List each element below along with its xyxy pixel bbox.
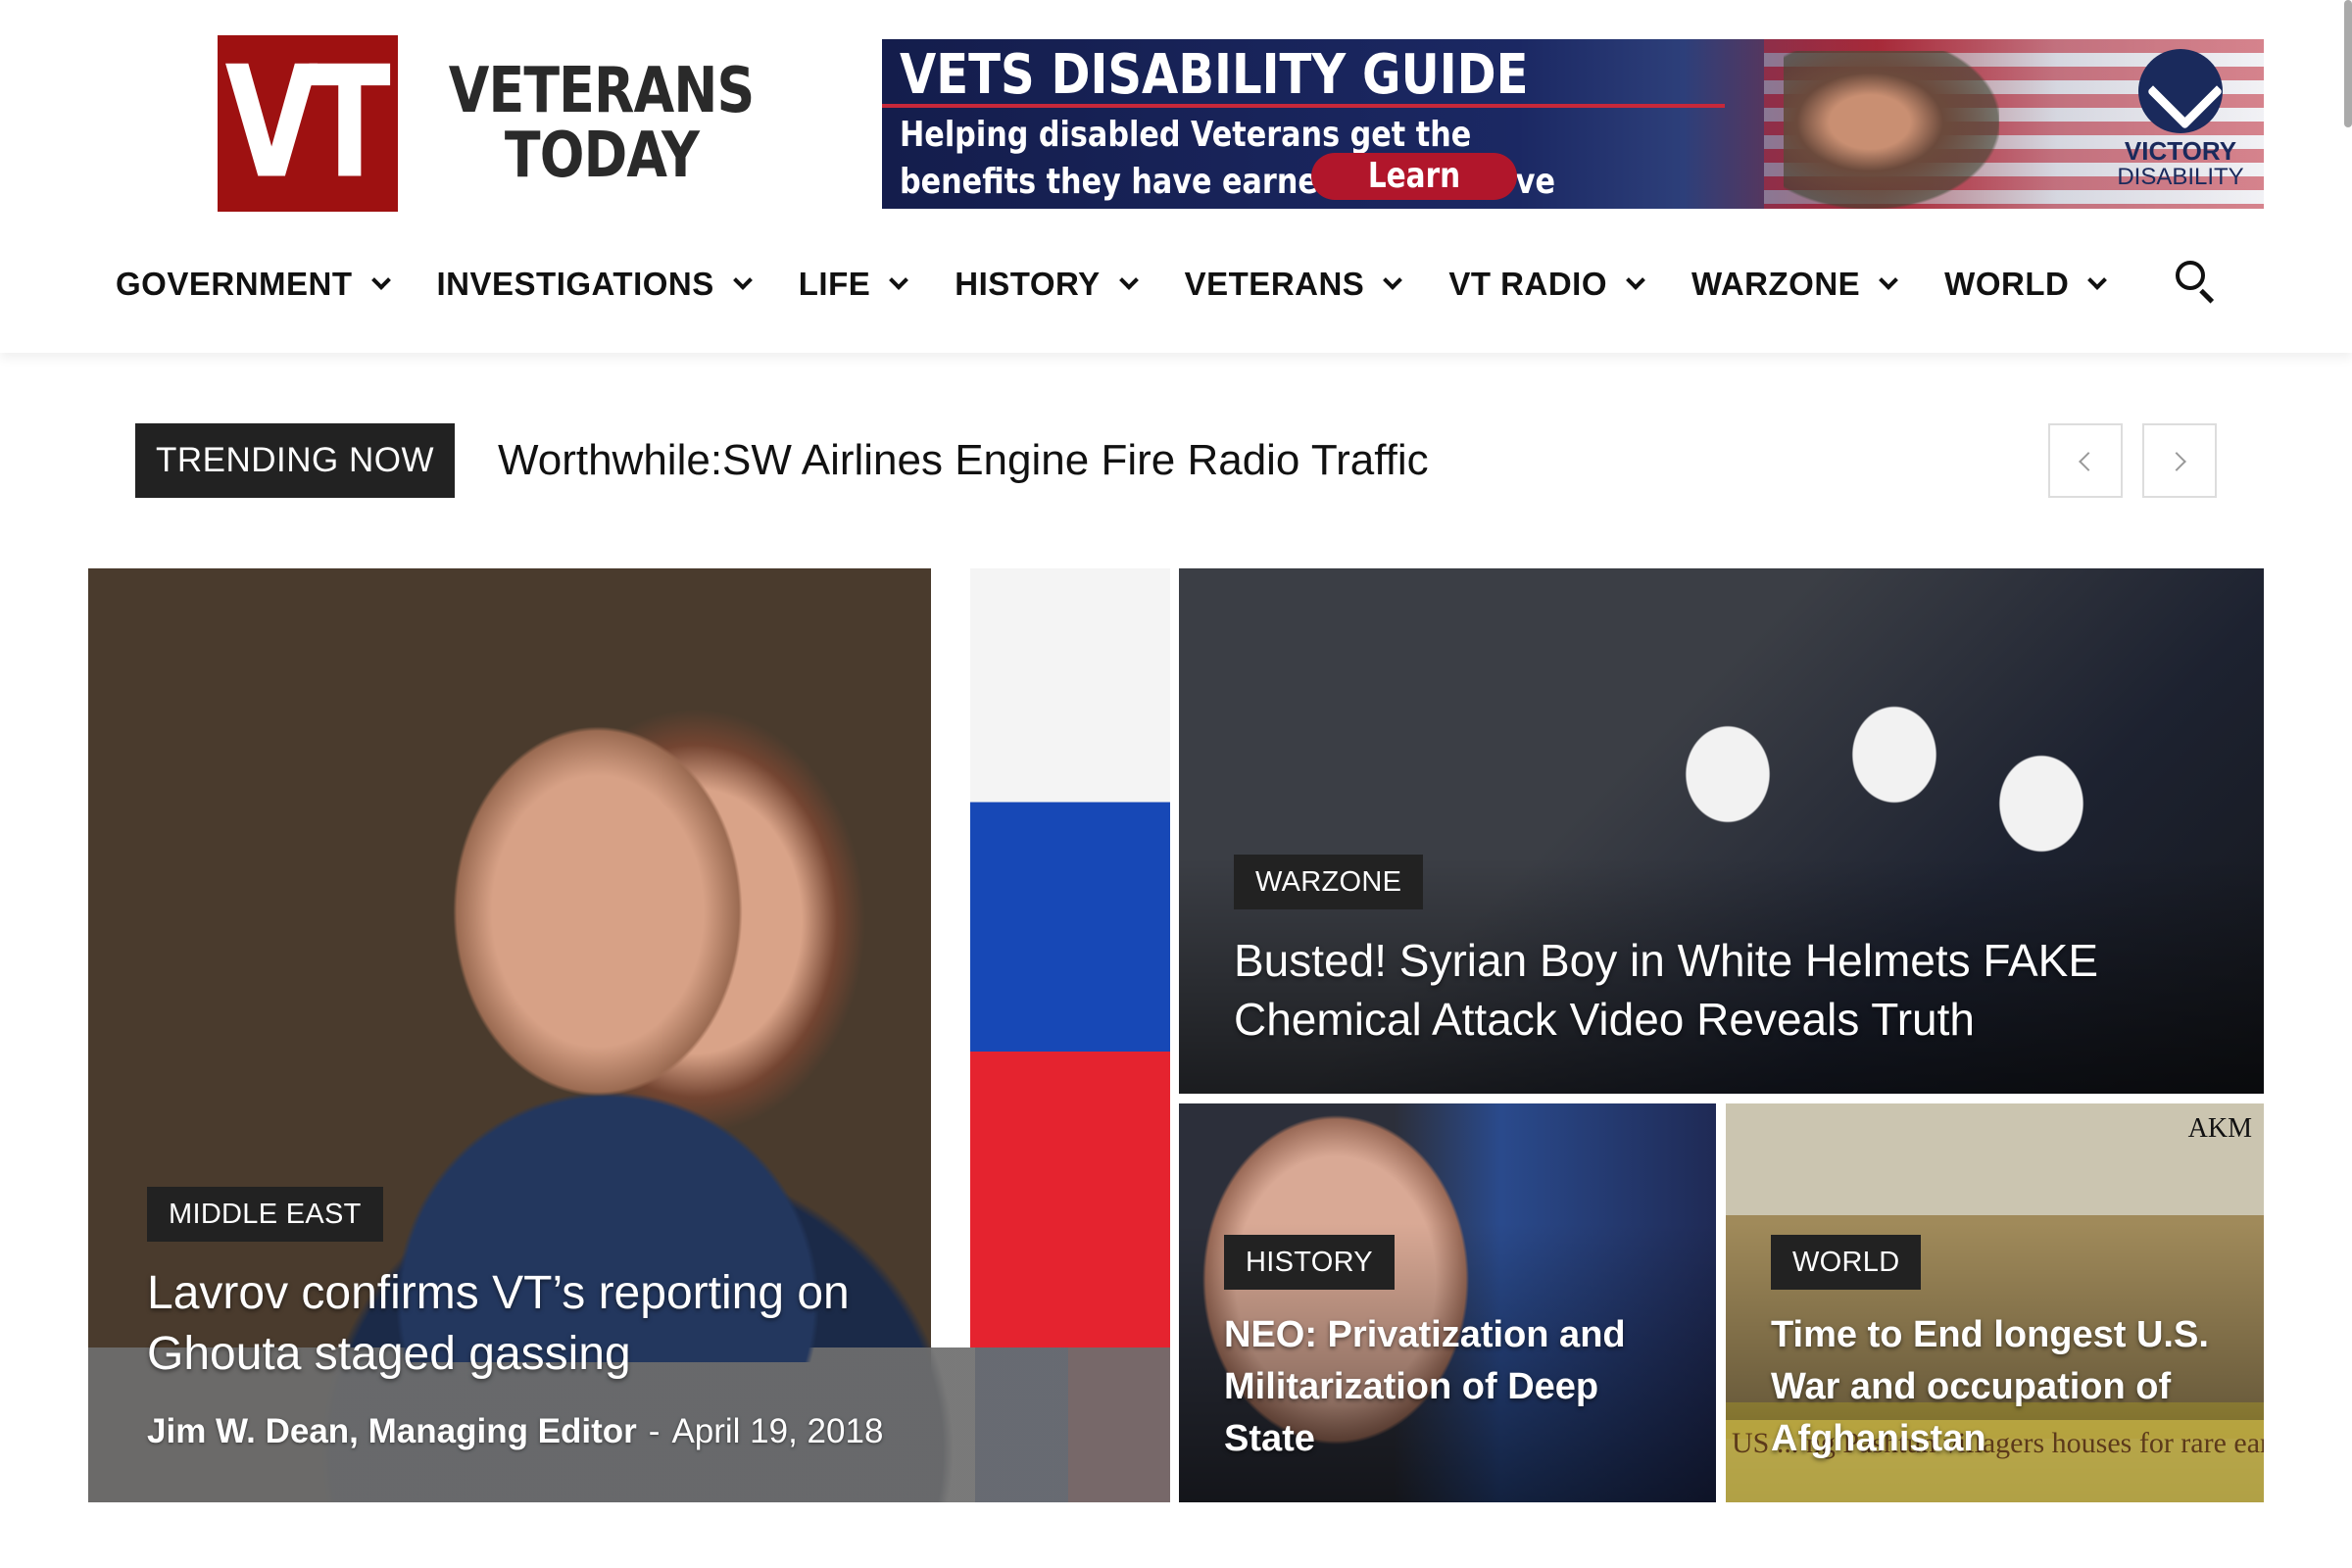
featured-article-world[interactable]: AKM US ... ng Pashtun villagers houses f… [1726, 1103, 2264, 1502]
featured-article-warzone[interactable]: WARZONE Busted! Syrian Boy in White Helm… [1179, 568, 2264, 1094]
article-headline[interactable]: Lavrov confirms VT’s reporting on Ghouta… [147, 1263, 1009, 1385]
chevron-down-icon [1626, 270, 1645, 290]
featured-article-main[interactable]: MIDDLE EAST Lavrov confirms VT’s reporti… [88, 568, 1170, 1502]
ad-learn-more-button[interactable]: Learn More [1311, 153, 1517, 209]
chevron-down-icon [732, 270, 753, 290]
image-label: AKM [2187, 1113, 2252, 1144]
nav-label: WORLD [1944, 266, 2070, 302]
ad-brand-line-1: VICTORY [2124, 136, 2237, 166]
article-headline[interactable]: NEO: Privatization and Militarization of… [1224, 1309, 1685, 1465]
category-tag[interactable]: HISTORY [1224, 1235, 1395, 1290]
logo-mark: VT [218, 33, 399, 214]
article-headline[interactable]: Busted! Syrian Boy in White Helmets FAKE… [1234, 931, 2194, 1049]
nav-label: INVESTIGATIONS [436, 266, 714, 302]
site-header: VT VETERANS TODAY VETS DISABILITY GUIDE … [0, 0, 2352, 353]
nav-item-world[interactable]: WORLD [1944, 266, 2108, 303]
ad-banner[interactable]: VETS DISABILITY GUIDE Helping disabled V… [882, 39, 2264, 209]
chevron-down-icon [370, 270, 391, 290]
logo-wordmark: VETERANS TODAY [419, 59, 783, 188]
search-icon-handle [2199, 288, 2215, 304]
article-author[interactable]: Jim W. Dean, Managing Editor [147, 1412, 637, 1450]
chevron-left-icon [2079, 452, 2098, 471]
nav-item-vt-radio[interactable]: VT RADIO [1448, 266, 1645, 303]
trending-prev-button[interactable] [2048, 423, 2123, 498]
nav-label: HISTORY [955, 266, 1101, 302]
nav-label: LIFE [798, 266, 871, 302]
ad-title: VETS DISABILITY GUIDE [900, 43, 1529, 107]
category-tag[interactable]: WARZONE [1234, 855, 1424, 909]
article-overlay: MIDDLE EAST Lavrov confirms VT’s reporti… [88, 1187, 1170, 1502]
search-icon[interactable] [2174, 259, 2217, 304]
ad-title-underline [882, 104, 1725, 108]
trending-bar: TRENDING NOW Worthwhile:SW Airlines Engi… [135, 423, 2217, 498]
article-meta: Jim W. Dean, Managing Editor - April 19, 2… [147, 1412, 1170, 1451]
nav-label: WARZONE [1691, 266, 1861, 302]
article-overlay: HISTORY NEO: Privatization and Militariz… [1179, 1235, 1716, 1502]
trending-now-label: TRENDING NOW [135, 423, 455, 498]
main-nav: GOVERNMENT INVESTIGATIONS LIFE HISTORY V… [116, 257, 2153, 312]
logo-line-1: VETERANS [449, 55, 756, 127]
logo-line-2: TODAY [504, 120, 700, 192]
article-headline[interactable]: Time to End longest U.S. War and occupat… [1771, 1309, 2231, 1465]
meta-separator: - [648, 1412, 661, 1450]
chevron-down-icon [1118, 270, 1139, 290]
article-overlay: WARZONE Busted! Syrian Boy in White Helm… [1179, 855, 2264, 1094]
category-tag[interactable]: WORLD [1771, 1235, 1922, 1290]
featured-article-history[interactable]: HISTORY NEO: Privatization and Militariz… [1179, 1103, 1716, 1502]
category-tag[interactable]: MIDDLE EAST [147, 1187, 383, 1242]
chevron-right-icon [2167, 452, 2186, 471]
article-overlay: WORLD Time to End longest U.S. War and o… [1726, 1235, 2264, 1502]
chevron-down-icon [1383, 270, 1403, 290]
nav-item-life[interactable]: LIFE [798, 266, 909, 303]
site-logo[interactable]: VT VETERANS TODAY [218, 33, 756, 214]
nav-item-veterans[interactable]: VETERANS [1184, 266, 1403, 303]
chevron-down-icon [1879, 270, 1899, 290]
nav-item-history[interactable]: HISTORY [955, 266, 1139, 303]
chevron-down-icon [889, 270, 909, 290]
nav-item-government[interactable]: GOVERNMENT [116, 266, 391, 303]
nav-item-investigations[interactable]: INVESTIGATIONS [436, 266, 753, 303]
logo-mark-text: VT [224, 33, 390, 214]
nav-label: VETERANS [1184, 266, 1365, 302]
checkmark-badge-icon [2138, 49, 2223, 133]
article-date: April 19, 2018 [671, 1412, 884, 1450]
nav-label: GOVERNMENT [116, 266, 353, 302]
trending-headline-link[interactable]: Worthwhile:SW Airlines Engine Fire Radio… [498, 423, 1429, 498]
ad-brand-line-2: DISABILITY [2117, 164, 2244, 190]
ad-brand: VICTORY DISABILITY [2107, 49, 2254, 190]
nav-item-warzone[interactable]: WARZONE [1691, 266, 1899, 303]
nav-label: VT RADIO [1448, 266, 1607, 302]
trending-next-button[interactable] [2142, 423, 2217, 498]
ad-cta-label: Learn More [1367, 156, 1461, 209]
page-scrollbar[interactable] [2344, 0, 2352, 127]
chevron-down-icon [2087, 270, 2108, 290]
search-icon-ring [2176, 261, 2205, 290]
ad-family-photo [1784, 51, 1999, 209]
